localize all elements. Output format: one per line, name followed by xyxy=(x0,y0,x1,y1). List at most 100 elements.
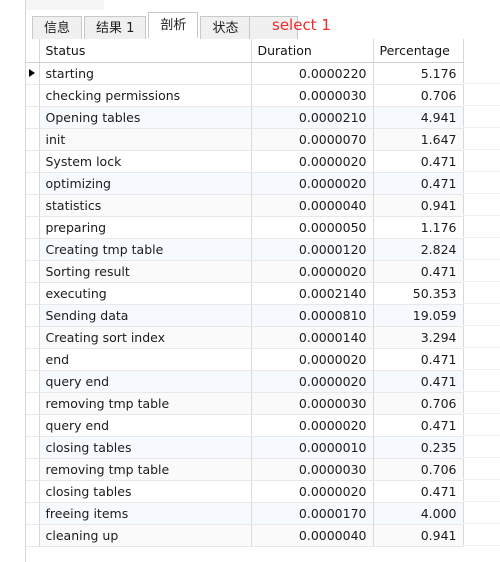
cell-status[interactable]: preparing xyxy=(39,216,252,239)
cell-percentage[interactable]: 4.000 xyxy=(373,502,464,525)
cell-percentage[interactable]: 0.471 xyxy=(373,150,464,173)
cell-duration[interactable]: 0.0000020 xyxy=(251,172,374,195)
table-row[interactable]: cleaning up 0.0000040 0.941 xyxy=(26,524,464,547)
row-gutter-cell[interactable] xyxy=(26,106,40,129)
table-row[interactable]: closing tables 0.0000020 0.471 xyxy=(26,480,464,503)
cell-status[interactable]: starting xyxy=(39,62,252,85)
cell-duration[interactable]: 0.0000030 xyxy=(251,392,374,415)
row-gutter-cell[interactable] xyxy=(26,348,40,371)
cell-status[interactable]: removing tmp table xyxy=(39,392,252,415)
cell-percentage[interactable]: 0.471 xyxy=(373,260,464,283)
tab-3[interactable]: 状态 xyxy=(200,16,251,39)
table-row[interactable]: starting 0.0000220 5.176 xyxy=(26,62,464,85)
cell-duration[interactable]: 0.0000810 xyxy=(251,304,374,327)
cell-percentage[interactable]: 0.941 xyxy=(373,524,464,547)
cell-percentage[interactable]: 0.471 xyxy=(373,348,464,371)
cell-percentage[interactable]: 0.471 xyxy=(373,172,464,195)
cell-duration[interactable]: 0.0000020 xyxy=(251,414,374,437)
cell-duration[interactable]: 0.0000020 xyxy=(251,480,374,503)
cell-duration[interactable]: 0.0000030 xyxy=(251,84,374,107)
cell-duration[interactable]: 0.0000010 xyxy=(251,436,374,459)
cell-status[interactable]: System lock xyxy=(39,150,252,173)
table-row[interactable]: checking permissions 0.0000030 0.706 xyxy=(26,84,464,107)
row-gutter-cell[interactable] xyxy=(26,414,40,437)
cell-status[interactable]: Opening tables xyxy=(39,106,252,129)
column-header-status[interactable]: Status xyxy=(39,39,252,63)
cell-status[interactable]: executing xyxy=(39,282,252,305)
column-header-duration[interactable]: Duration xyxy=(251,39,374,63)
cell-duration[interactable]: 0.0002140 xyxy=(251,282,374,305)
cell-status[interactable]: Creating tmp table xyxy=(39,238,252,261)
cell-status[interactable]: checking permissions xyxy=(39,84,252,107)
tab-0[interactable]: 信息 xyxy=(32,16,83,39)
cell-percentage[interactable]: 3.294 xyxy=(373,326,464,349)
row-gutter-cell[interactable] xyxy=(26,524,40,547)
row-gutter-cell[interactable] xyxy=(26,326,40,349)
cell-percentage[interactable]: 50.353 xyxy=(373,282,464,305)
cell-percentage[interactable]: 0.471 xyxy=(373,414,464,437)
cell-duration[interactable]: 0.0000040 xyxy=(251,524,374,547)
row-gutter-cell[interactable] xyxy=(26,392,40,415)
cell-percentage[interactable]: 1.176 xyxy=(373,216,464,239)
cell-percentage[interactable]: 0.471 xyxy=(373,370,464,393)
row-gutter-cell[interactable] xyxy=(26,62,40,85)
cell-percentage[interactable]: 19.059 xyxy=(373,304,464,327)
cell-duration[interactable]: 0.0000020 xyxy=(251,260,374,283)
table-row[interactable]: query end 0.0000020 0.471 xyxy=(26,370,464,393)
cell-percentage[interactable]: 0.706 xyxy=(373,458,464,481)
row-gutter-cell[interactable] xyxy=(26,480,40,503)
cell-duration[interactable]: 0.0000020 xyxy=(251,150,374,173)
row-gutter-cell[interactable] xyxy=(26,128,40,151)
row-gutter-cell[interactable] xyxy=(26,458,40,481)
table-row[interactable]: executing 0.0002140 50.353 xyxy=(26,282,464,305)
row-gutter-cell[interactable] xyxy=(26,150,40,173)
table-row[interactable]: preparing 0.0000050 1.176 xyxy=(26,216,464,239)
cell-percentage[interactable]: 4.941 xyxy=(373,106,464,129)
cell-duration[interactable]: 0.0000030 xyxy=(251,458,374,481)
table-row[interactable]: query end 0.0000020 0.471 xyxy=(26,414,464,437)
cell-status[interactable]: closing tables xyxy=(39,480,252,503)
cell-duration[interactable]: 0.0000140 xyxy=(251,326,374,349)
tab-2[interactable]: 剖析 xyxy=(148,12,199,38)
profile-grid-container[interactable]: Status Duration Percentage starting 0.000… xyxy=(26,39,500,562)
cell-duration[interactable]: 0.0000210 xyxy=(251,106,374,129)
cell-status[interactable]: optimizing xyxy=(39,172,252,195)
row-gutter-cell[interactable] xyxy=(26,216,40,239)
cell-percentage[interactable]: 0.706 xyxy=(373,84,464,107)
row-gutter-cell[interactable] xyxy=(26,370,40,393)
cell-status[interactable]: statistics xyxy=(39,194,252,217)
column-header-percentage[interactable]: Percentage xyxy=(373,39,464,63)
row-gutter-cell[interactable] xyxy=(26,238,40,261)
table-row[interactable]: removing tmp table 0.0000030 0.706 xyxy=(26,458,464,481)
cell-percentage[interactable]: 0.235 xyxy=(373,436,464,459)
cell-duration[interactable]: 0.0000040 xyxy=(251,194,374,217)
cell-status[interactable]: Sorting result xyxy=(39,260,252,283)
cell-duration[interactable]: 0.0000170 xyxy=(251,502,374,525)
table-row[interactable]: statistics 0.0000040 0.941 xyxy=(26,194,464,217)
table-row[interactable]: removing tmp table 0.0000030 0.706 xyxy=(26,392,464,415)
cell-duration[interactable]: 0.0000220 xyxy=(251,62,374,85)
cell-status[interactable]: closing tables xyxy=(39,436,252,459)
row-gutter-cell[interactable] xyxy=(26,194,40,217)
cell-status[interactable]: Creating sort index xyxy=(39,326,252,349)
table-row[interactable]: System lock 0.0000020 0.471 xyxy=(26,150,464,173)
cell-duration[interactable]: 0.0000020 xyxy=(251,348,374,371)
cell-duration[interactable]: 0.0000120 xyxy=(251,238,374,261)
cell-status[interactable]: cleaning up xyxy=(39,524,252,547)
cell-duration[interactable]: 0.0000020 xyxy=(251,370,374,393)
table-row[interactable]: Sorting result 0.0000020 0.471 xyxy=(26,260,464,283)
cell-status[interactable]: init xyxy=(39,128,252,151)
cell-percentage[interactable]: 2.824 xyxy=(373,238,464,261)
table-row[interactable]: Opening tables 0.0000210 4.941 xyxy=(26,106,464,129)
cell-status[interactable]: freeing items xyxy=(39,502,252,525)
cell-percentage[interactable]: 1.647 xyxy=(373,128,464,151)
table-row[interactable]: closing tables 0.0000010 0.235 xyxy=(26,436,464,459)
table-row[interactable]: Creating sort index 0.0000140 3.294 xyxy=(26,326,464,349)
tab-1[interactable]: 结果 1 xyxy=(84,16,147,39)
table-row[interactable]: end 0.0000020 0.471 xyxy=(26,348,464,371)
cell-status[interactable]: query end xyxy=(39,414,252,437)
cell-percentage[interactable]: 0.706 xyxy=(373,392,464,415)
cell-duration[interactable]: 0.0000050 xyxy=(251,216,374,239)
table-row[interactable]: Creating tmp table 0.0000120 2.824 xyxy=(26,238,464,261)
cell-status[interactable]: end xyxy=(39,348,252,371)
